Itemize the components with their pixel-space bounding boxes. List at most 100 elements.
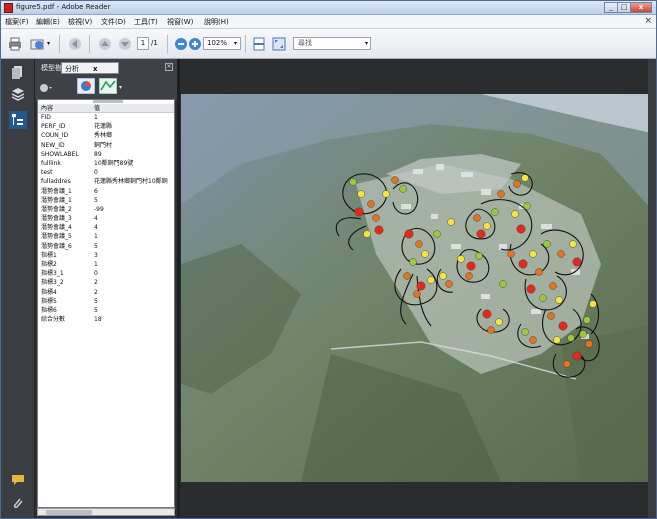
map-point[interactable] bbox=[579, 330, 587, 338]
document-close-button[interactable]: × bbox=[644, 16, 652, 26]
tab-analysis[interactable]: 分析 x bbox=[61, 62, 119, 74]
map-point[interactable] bbox=[382, 190, 390, 198]
panel-close-button[interactable]: × bbox=[165, 63, 173, 71]
map-point[interactable] bbox=[549, 282, 557, 290]
map-point[interactable] bbox=[555, 296, 563, 304]
map-point[interactable] bbox=[415, 240, 423, 248]
map-point[interactable] bbox=[557, 250, 565, 258]
map-point[interactable] bbox=[391, 176, 399, 184]
map-point[interactable] bbox=[569, 240, 577, 248]
attribute-row[interactable]: 指標3_2 2 bbox=[38, 278, 174, 287]
map-point[interactable] bbox=[447, 218, 455, 226]
map-point[interactable] bbox=[475, 252, 483, 260]
map-point[interactable] bbox=[495, 318, 503, 326]
attribute-row[interactable]: 潛勢會議_4 4 bbox=[38, 223, 174, 232]
map-point[interactable] bbox=[409, 258, 417, 266]
map-point[interactable] bbox=[357, 190, 365, 198]
menu-tools[interactable]: 工具(T) bbox=[134, 17, 158, 27]
tool-dropdown-icon[interactable]: ▾ bbox=[119, 84, 122, 91]
attribute-row[interactable]: FID 1 bbox=[38, 113, 174, 122]
scrollbar-thumb[interactable] bbox=[46, 510, 92, 515]
tab-close-button[interactable]: x bbox=[93, 65, 98, 73]
map-point[interactable] bbox=[499, 280, 507, 288]
next-page-icon[interactable] bbox=[117, 36, 133, 52]
map-point[interactable] bbox=[585, 340, 593, 348]
menu-edit[interactable]: 編輯(E) bbox=[36, 17, 60, 27]
map-point[interactable] bbox=[572, 351, 582, 361]
attribute-row[interactable]: 指標3_1 0 bbox=[38, 269, 174, 278]
attribute-row[interactable]: COUN_ID 秀林鄉 bbox=[38, 131, 174, 140]
map-point[interactable] bbox=[439, 272, 447, 280]
map-point[interactable] bbox=[535, 268, 543, 276]
zoom-dropdown-icon[interactable]: ▾ bbox=[234, 40, 237, 47]
map-point[interactable] bbox=[473, 214, 481, 222]
map-point[interactable] bbox=[433, 230, 441, 238]
attribute-row[interactable]: 潛勢會議_1 6 bbox=[38, 187, 174, 196]
attribute-row[interactable]: 指標4 2 bbox=[38, 288, 174, 297]
maximize-button[interactable]: □ bbox=[617, 2, 631, 13]
map-point[interactable] bbox=[367, 200, 375, 208]
close-button[interactable]: x bbox=[630, 2, 652, 13]
attribute-row[interactable]: PERF_ID 花蓮縣 bbox=[38, 122, 174, 131]
attribute-row[interactable]: test 0 bbox=[38, 168, 174, 177]
map-point[interactable] bbox=[421, 250, 429, 258]
back-icon[interactable] bbox=[67, 36, 83, 52]
model-tree-icon[interactable] bbox=[9, 111, 27, 129]
map-point[interactable] bbox=[465, 272, 473, 280]
map-point[interactable] bbox=[583, 316, 591, 324]
map-point[interactable] bbox=[476, 229, 486, 239]
attribute-row[interactable]: 綜合分數 18 bbox=[38, 315, 174, 324]
vertical-scrollbar[interactable] bbox=[648, 59, 656, 518]
map-point[interactable] bbox=[558, 321, 568, 331]
analysis-chart-icon[interactable] bbox=[77, 78, 95, 94]
zoom-in-icon[interactable] bbox=[187, 36, 203, 52]
menu-window[interactable]: 視窗(W) bbox=[167, 17, 193, 27]
page-number-input[interactable]: 1 bbox=[137, 37, 149, 50]
attachment-icon[interactable] bbox=[11, 497, 25, 511]
options-icon[interactable] bbox=[39, 83, 53, 93]
attribute-row[interactable]: SHOWLABEL 89 bbox=[38, 150, 174, 159]
map-point[interactable] bbox=[466, 261, 476, 271]
email-dropdown-icon[interactable]: ▾ bbox=[47, 40, 50, 47]
map-point[interactable] bbox=[521, 174, 529, 182]
attribute-row[interactable]: fulladdres 花蓮縣秀林鄉銅門村10鄰銅 bbox=[38, 177, 174, 186]
full-screen-icon[interactable] bbox=[271, 36, 287, 52]
map-point[interactable] bbox=[539, 294, 547, 302]
attribute-row[interactable]: 潛勢會議_5 1 bbox=[38, 232, 174, 241]
email-icon[interactable] bbox=[29, 36, 45, 52]
map-point[interactable] bbox=[553, 336, 561, 344]
minimize-button[interactable]: _ bbox=[604, 2, 618, 13]
map-point[interactable] bbox=[404, 229, 414, 239]
map-point[interactable] bbox=[349, 178, 357, 186]
map-point[interactable] bbox=[521, 328, 529, 336]
menu-document[interactable]: 文件(D) bbox=[101, 17, 126, 27]
splitter-handle[interactable] bbox=[93, 100, 123, 103]
attribute-row[interactable]: 指標2 1 bbox=[38, 260, 174, 269]
attribute-row[interactable]: NEW_ID 銅門村 bbox=[38, 141, 174, 150]
pages-icon[interactable] bbox=[11, 65, 25, 79]
map-point[interactable] bbox=[523, 202, 531, 210]
map-point[interactable] bbox=[427, 276, 435, 284]
map-measure-icon[interactable] bbox=[99, 78, 117, 94]
fit-page-icon[interactable] bbox=[251, 36, 267, 52]
map-point[interactable] bbox=[547, 312, 555, 320]
map-point[interactable] bbox=[572, 257, 582, 267]
map-point[interactable] bbox=[518, 259, 528, 269]
map-point[interactable] bbox=[482, 309, 492, 319]
menu-view[interactable]: 檢視(V) bbox=[68, 17, 92, 27]
attribute-row[interactable]: 潛勢會議_2 -99 bbox=[38, 205, 174, 214]
search-dropdown-icon[interactable]: ▾ bbox=[365, 40, 368, 47]
menu-help[interactable]: 說明(H) bbox=[204, 17, 229, 27]
map-point[interactable] bbox=[589, 300, 597, 308]
map-point[interactable] bbox=[372, 214, 380, 222]
map-point[interactable] bbox=[563, 360, 571, 368]
attribute-row[interactable]: 潛勢會議_3 4 bbox=[38, 214, 174, 223]
map-point[interactable] bbox=[513, 180, 521, 188]
map-point[interactable] bbox=[354, 207, 364, 217]
map-point[interactable] bbox=[487, 326, 495, 334]
map-point[interactable] bbox=[403, 272, 411, 280]
map-point[interactable] bbox=[445, 280, 453, 288]
map-point[interactable] bbox=[511, 210, 519, 218]
map-point[interactable] bbox=[543, 240, 551, 248]
map-point[interactable] bbox=[413, 290, 421, 298]
